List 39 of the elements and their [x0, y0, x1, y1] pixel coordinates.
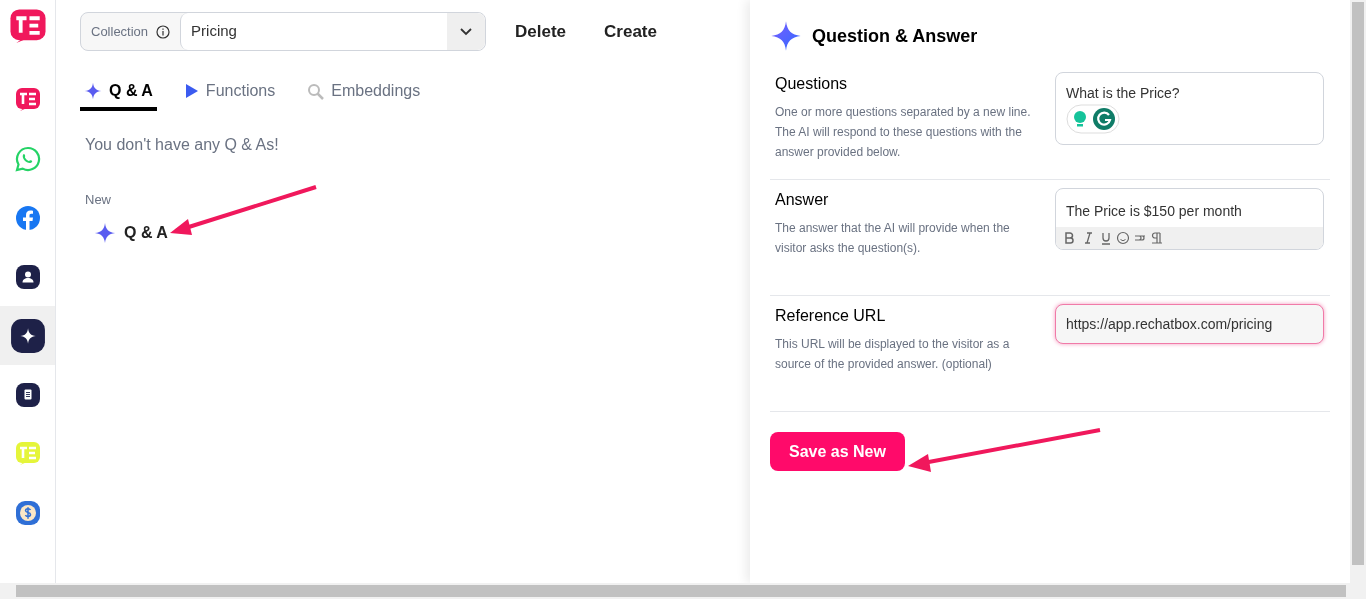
field-help-text: The answer that the AI will provide when the visitor asks the question(s). [775, 220, 1011, 257]
field-label: Answer [775, 190, 830, 210]
formatting-toolbar-icon[interactable] [1064, 231, 1164, 245]
answer-editor[interactable]: The Price is $150 per month [1055, 188, 1324, 250]
vertical-scrollbar[interactable] [1350, 0, 1366, 583]
sparkle-icon [84, 82, 102, 100]
tab[interactable]: Functions [180, 75, 280, 111]
delete-button[interactable]: Delete [500, 12, 582, 51]
questions-field[interactable]: What is the Price? [1055, 72, 1324, 145]
field-help-text: This URL will be displayed to the visitor as a source of the provided answer. (optional) [775, 336, 1011, 373]
empty-message: You don't have any Q & As! [85, 135, 280, 155]
sparkle-icon [770, 20, 802, 52]
collection-label: Collection [91, 22, 149, 41]
search-icon [307, 82, 325, 100]
save-as-new-button[interactable]: Save as New [770, 432, 905, 471]
contact-icon[interactable] [14, 263, 41, 290]
grammar-assistant-icon[interactable] [1066, 104, 1120, 134]
horizontal-scrollbar[interactable] [0, 583, 1366, 599]
field-help-text: One or more questions separated by a new line. The AI will respond to these questions with the answer provided below. [775, 104, 1032, 161]
field-label: Questions [775, 74, 849, 94]
section-heading: New [85, 191, 112, 209]
tab[interactable]: Q & A [80, 75, 157, 111]
dollar-icon[interactable] [14, 499, 41, 526]
document-icon[interactable] [14, 381, 41, 408]
panel-title: Question & Answer [812, 24, 978, 48]
sparkle-icon[interactable] [9, 317, 46, 354]
play-icon [184, 83, 199, 99]
app-logo-icon[interactable] [8, 8, 47, 46]
collection-select[interactable]: Collection Pricing [80, 12, 486, 51]
field-label: Reference URL [775, 306, 887, 326]
reference-url-field[interactable]: https://app.rechatbox.com/pricing [1055, 304, 1324, 344]
new-item[interactable]: Q & A [94, 217, 168, 248]
tab[interactable]: Embeddings [303, 75, 425, 111]
facebook-icon[interactable] [14, 204, 41, 231]
info-icon [156, 24, 171, 39]
chevron-down-icon [460, 27, 472, 36]
collection-value: Pricing [191, 21, 238, 42]
create-button[interactable]: Create [589, 12, 672, 51]
brand-logo-icon[interactable] [14, 86, 41, 113]
